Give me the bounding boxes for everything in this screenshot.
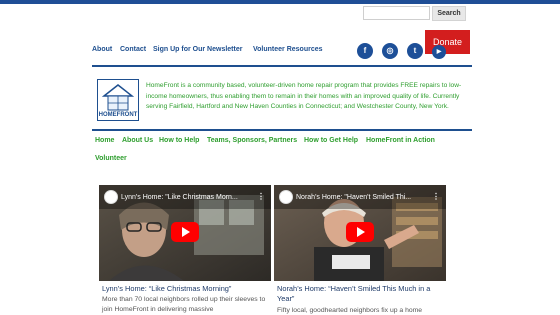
story-card: Lynn's Home: "Like Christmas Morn... ⋮ L… [99,185,271,315]
search-button[interactable]: Search [432,6,466,21]
nav-home[interactable]: Home [95,137,114,144]
nav-volunteer[interactable]: Volunteer [95,155,127,162]
nav-teams-sponsors-partners[interactable]: Teams, Sponsors, Partners [207,137,297,144]
story-excerpt: More than 70 local neighbors rolled up t… [102,296,266,313]
nav-how-to-get-help[interactable]: How to Get Help [304,137,358,144]
youtube-icon[interactable]: ▶ [432,45,446,59]
nav-homefront-in-action[interactable]: HomeFront in Action [366,137,435,144]
video-title[interactable]: Lynn's Home: "Like Christmas Morn... [121,194,238,201]
channel-avatar[interactable] [104,190,118,204]
mission-description: HomeFront is a community based, voluntee… [146,82,462,111]
channel-avatar[interactable] [279,190,293,204]
nav-how-to-help[interactable]: How to Help [159,137,199,144]
top-nav-volunteer-resources[interactable]: Volunteer Resources [253,46,323,53]
more-options-icon[interactable]: ⋮ [257,192,265,201]
divider [92,65,472,67]
homefront-logo[interactable]: HOMEFRONT [97,79,139,121]
house-icon [101,84,135,111]
story-title[interactable]: Lynn’s Home: “Like Christmas Morning” [102,284,270,294]
logo-text: HOMEFRONT [98,112,138,118]
story-title[interactable]: Norah’s Home: “Haven’t Smiled This Much … [277,284,445,304]
divider [92,129,472,131]
search-input[interactable] [363,6,430,20]
twitter-icon[interactable]: t [407,43,423,59]
instagram-icon[interactable]: ◎ [382,43,398,59]
story-card: Norah's Home: "Haven't Smiled Thi... ⋮ N… [274,185,446,315]
top-nav-about[interactable]: About [92,46,112,53]
video-player[interactable]: Norah's Home: "Haven't Smiled Thi... ⋮ [274,185,446,281]
top-accent-bar [0,0,560,4]
play-icon[interactable] [171,222,199,242]
play-icon[interactable] [346,222,374,242]
more-options-icon[interactable]: ⋮ [432,192,440,201]
nav-about-us[interactable]: About Us [122,137,153,144]
video-player[interactable]: Lynn's Home: "Like Christmas Morn... ⋮ [99,185,271,281]
top-nav-newsletter[interactable]: Sign Up for Our Newsletter [153,46,242,53]
story-excerpt: Fifty local, goodhearted neighbors fix u… [277,307,423,314]
top-nav-contact[interactable]: Contact [120,46,146,53]
video-title[interactable]: Norah's Home: "Haven't Smiled Thi... [296,194,411,201]
facebook-icon[interactable]: f [357,43,373,59]
